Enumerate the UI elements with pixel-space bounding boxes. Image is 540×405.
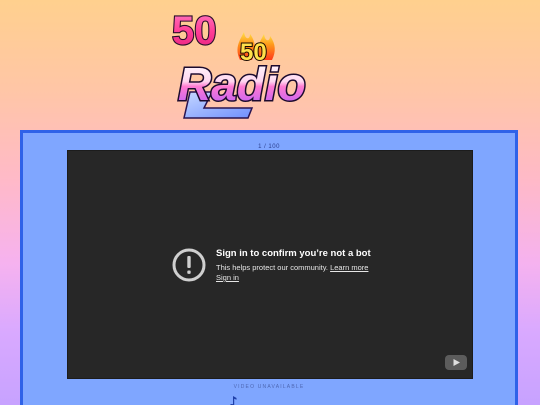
music-note-icon	[229, 396, 237, 405]
sign-in-link[interactable]: Sign in	[216, 273, 239, 282]
logo-number-main: 50	[172, 9, 217, 53]
error-title: Sign in to confirm you’re not a bot	[216, 248, 371, 259]
site-logo: 50 50 Radio	[160, 4, 380, 122]
error-text: This helps protect our community.	[216, 263, 328, 272]
alert-circle-icon	[172, 248, 206, 282]
player-panel: 1 / 100 Sign in to confirm you’re not a …	[20, 130, 518, 405]
video-frame[interactable]: Sign in to confirm you’re not a bot This…	[68, 151, 472, 378]
error-message: This helps protect our community. Learn …	[216, 263, 368, 272]
logo-graphic: 50 50 Radio	[171, 8, 307, 119]
logo-word: Radio	[178, 58, 306, 110]
youtube-play-icon[interactable]	[445, 355, 467, 370]
track-counter: 1 / 100	[258, 144, 280, 150]
video-status: VIDEO UNAVAILABLE	[233, 384, 305, 390]
learn-more-link[interactable]: Learn more	[330, 263, 368, 272]
